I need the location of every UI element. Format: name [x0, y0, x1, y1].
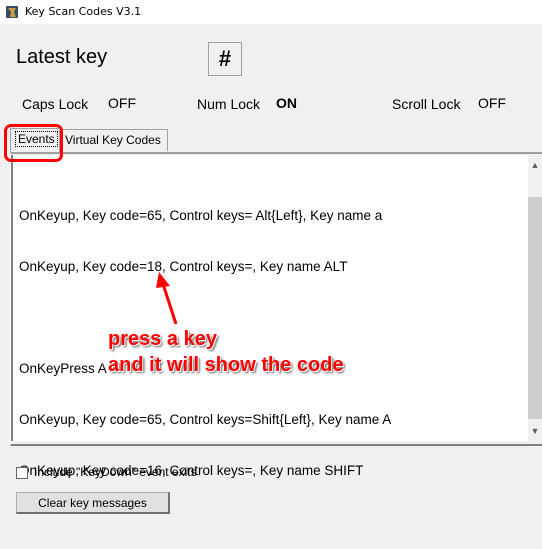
include-keydown-checkbox[interactable]: [16, 466, 28, 479]
caps-lock-label: Caps Lock: [22, 96, 89, 112]
latest-key-label: Latest key pressed: [16, 46, 108, 72]
annotation-text: press a key and it will show the code: [108, 326, 344, 378]
num-lock-value: ON: [276, 95, 297, 111]
scroll-down-icon[interactable]: ▼: [528, 421, 542, 441]
scroll-lock-value: OFF: [478, 95, 506, 111]
latest-key-display: #: [208, 42, 242, 76]
vertical-scrollbar[interactable]: ▲ ▼: [528, 155, 542, 441]
annotation-line-1: press a key: [108, 328, 217, 350]
log-line: OnKeyup, Key code=65, Control keys= Alt{…: [19, 208, 383, 223]
clear-key-messages-button[interactable]: Clear key messages: [16, 492, 170, 514]
num-lock-label: Num Lock: [197, 96, 261, 112]
annotation-line-2: and it will show the code: [108, 354, 344, 376]
app-icon: [6, 6, 18, 18]
scroll-thumb[interactable]: [528, 197, 542, 419]
events-log[interactable]: OnKeyup, Key code=65, Control keys= Alt{…: [11, 155, 542, 478]
log-line: OnKeyup, Key code=18, Control keys=, Key…: [19, 259, 348, 274]
include-keydown-label: Include "KeyDown" event exits: [34, 465, 197, 479]
window-title: Key Scan Codes V3.1: [25, 5, 142, 18]
annotation-arrow-icon: [156, 272, 178, 325]
title-bar: Key Scan Codes V3.1: [0, 0, 542, 24]
scroll-lock-label: Scroll Lock: [392, 96, 461, 112]
tab-virtual-key-codes[interactable]: Virtual Key Codes: [60, 129, 168, 151]
tab-events[interactable]: Events: [10, 128, 60, 152]
include-keydown-option[interactable]: Include "KeyDown" event exits: [16, 465, 197, 479]
scroll-up-icon[interactable]: ▲: [528, 155, 542, 175]
log-line: OnKeyup, Key code=65, Control keys=Shift…: [19, 412, 392, 427]
caps-lock-value: OFF: [108, 95, 136, 111]
